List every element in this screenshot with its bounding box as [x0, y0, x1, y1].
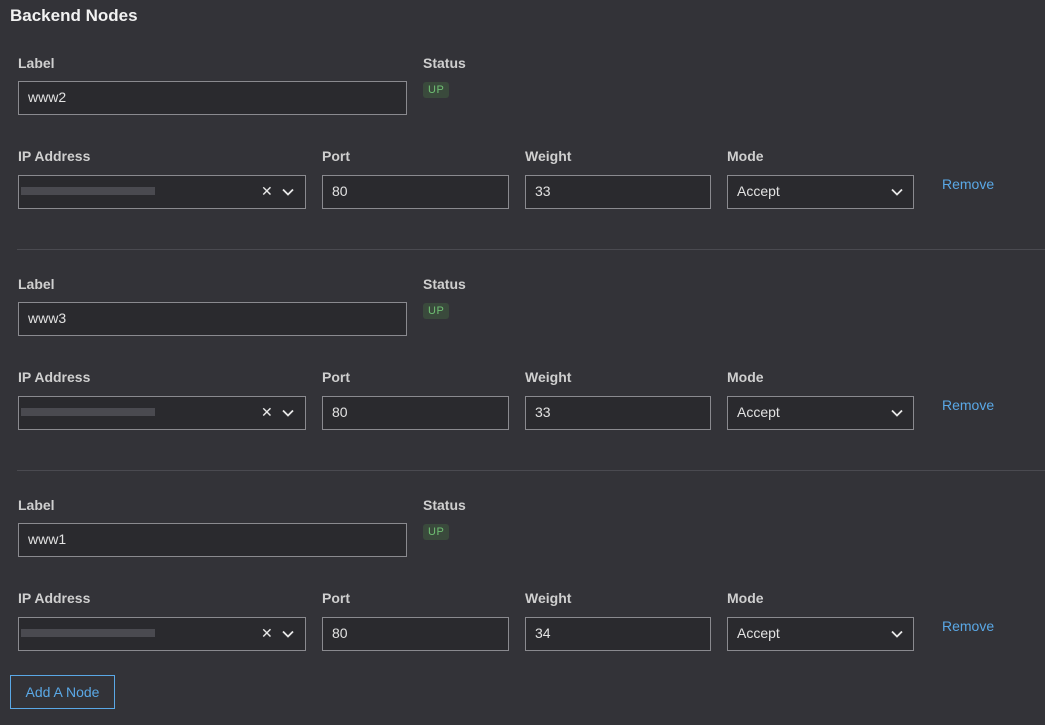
weight-input[interactable]: 34 — [525, 617, 711, 651]
remove-node-link[interactable]: Remove — [942, 176, 994, 192]
label-heading: Label — [18, 55, 55, 71]
remove-node-link[interactable]: Remove — [942, 397, 994, 413]
weight-heading: Weight — [525, 369, 572, 385]
clear-icon[interactable]: ✕ — [261, 618, 273, 648]
weight-heading: Weight — [525, 148, 572, 164]
status-badge: UP — [423, 82, 450, 98]
ip-heading: IP Address — [18, 148, 91, 164]
status-badge: UP — [423, 524, 450, 540]
backend-node: Label www1 Status UP IP Address ✕ Port 8… — [0, 442, 1045, 663]
mode-value: Accept — [737, 183, 780, 199]
ip-heading: IP Address — [18, 590, 91, 606]
mode-select[interactable]: Accept — [727, 175, 914, 209]
mode-heading: Mode — [727, 148, 764, 164]
port-input[interactable]: 80 — [322, 617, 509, 651]
weight-input[interactable]: 33 — [525, 175, 711, 209]
ip-address-select[interactable]: ✕ — [18, 617, 306, 651]
mode-select[interactable]: Accept — [727, 396, 914, 430]
backend-node: Label www3 Status UP IP Address ✕ Port 8… — [0, 221, 1045, 471]
chevron-down-icon[interactable] — [281, 406, 295, 420]
clear-icon[interactable]: ✕ — [261, 397, 273, 427]
add-node-button[interactable]: Add A Node — [10, 675, 115, 709]
ip-address-value-redacted — [21, 408, 155, 416]
chevron-down-icon[interactable] — [281, 185, 295, 199]
label-input[interactable]: www2 — [18, 81, 407, 115]
label-input[interactable]: www3 — [18, 302, 407, 336]
weight-input[interactable]: 33 — [525, 396, 711, 430]
status-badge: UP — [423, 303, 450, 319]
label-heading: Label — [18, 276, 55, 292]
ip-address-value-redacted — [21, 187, 155, 195]
status-heading: Status — [423, 276, 466, 292]
remove-node-link[interactable]: Remove — [942, 618, 994, 634]
ip-address-value-redacted — [21, 629, 155, 637]
mode-select[interactable]: Accept — [727, 617, 914, 651]
chevron-down-icon[interactable] — [281, 627, 295, 641]
weight-heading: Weight — [525, 590, 572, 606]
ip-address-select[interactable]: ✕ — [18, 175, 306, 209]
ip-heading: IP Address — [18, 369, 91, 385]
label-heading: Label — [18, 497, 55, 513]
label-input[interactable]: www1 — [18, 523, 407, 557]
chevron-down-icon[interactable] — [890, 185, 904, 199]
port-heading: Port — [322, 369, 350, 385]
mode-value: Accept — [737, 404, 780, 420]
status-heading: Status — [423, 55, 466, 71]
chevron-down-icon[interactable] — [890, 627, 904, 641]
port-heading: Port — [322, 148, 350, 164]
status-heading: Status — [423, 497, 466, 513]
clear-icon[interactable]: ✕ — [261, 176, 273, 206]
mode-value: Accept — [737, 625, 780, 641]
chevron-down-icon[interactable] — [890, 406, 904, 420]
ip-address-select[interactable]: ✕ — [18, 396, 306, 430]
backend-node: Label www2 Status UP IP Address ✕ Port 8… — [0, 0, 1045, 250]
mode-heading: Mode — [727, 590, 764, 606]
port-heading: Port — [322, 590, 350, 606]
mode-heading: Mode — [727, 369, 764, 385]
port-input[interactable]: 80 — [322, 175, 509, 209]
port-input[interactable]: 80 — [322, 396, 509, 430]
